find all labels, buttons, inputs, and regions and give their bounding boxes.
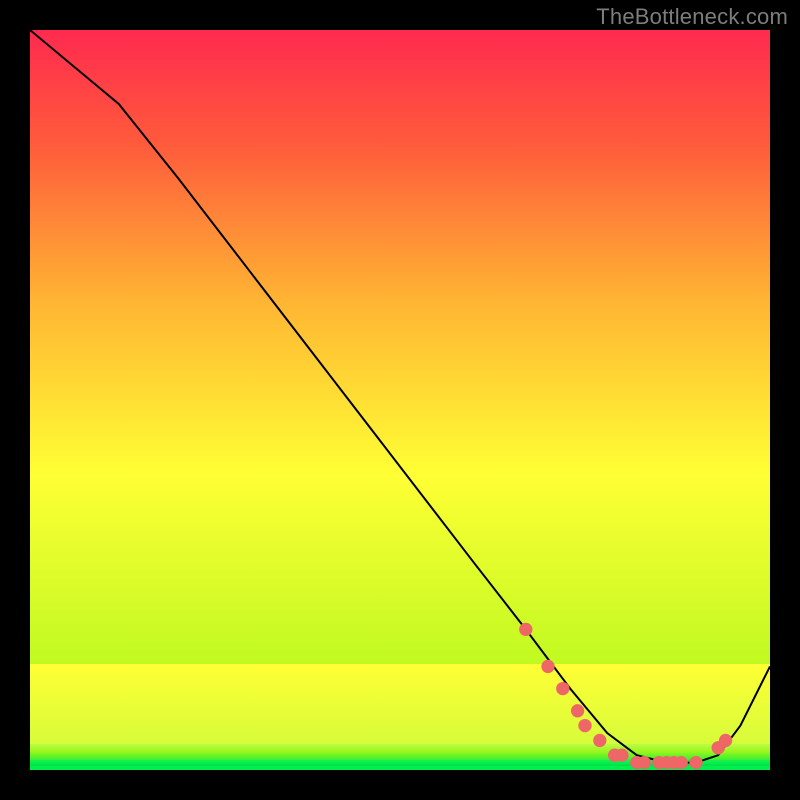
valley-dot: [556, 682, 569, 695]
valley-dot: [571, 704, 584, 717]
chart-frame: TheBottleneck.com: [0, 0, 800, 800]
plot-area: [30, 30, 770, 770]
valley-dot: [615, 749, 628, 762]
valley-dot: [689, 756, 702, 769]
attribution-text: TheBottleneck.com: [596, 4, 788, 30]
valley-dot: [578, 719, 591, 732]
valley-dot: [541, 660, 554, 673]
valley-dot: [638, 756, 651, 769]
valley-dot: [675, 756, 688, 769]
chart-overlay-svg: [30, 30, 770, 770]
valley-dot: [519, 623, 532, 636]
valley-dot: [593, 734, 606, 747]
bottleneck-curve: [30, 30, 770, 763]
valley-dot: [719, 734, 732, 747]
